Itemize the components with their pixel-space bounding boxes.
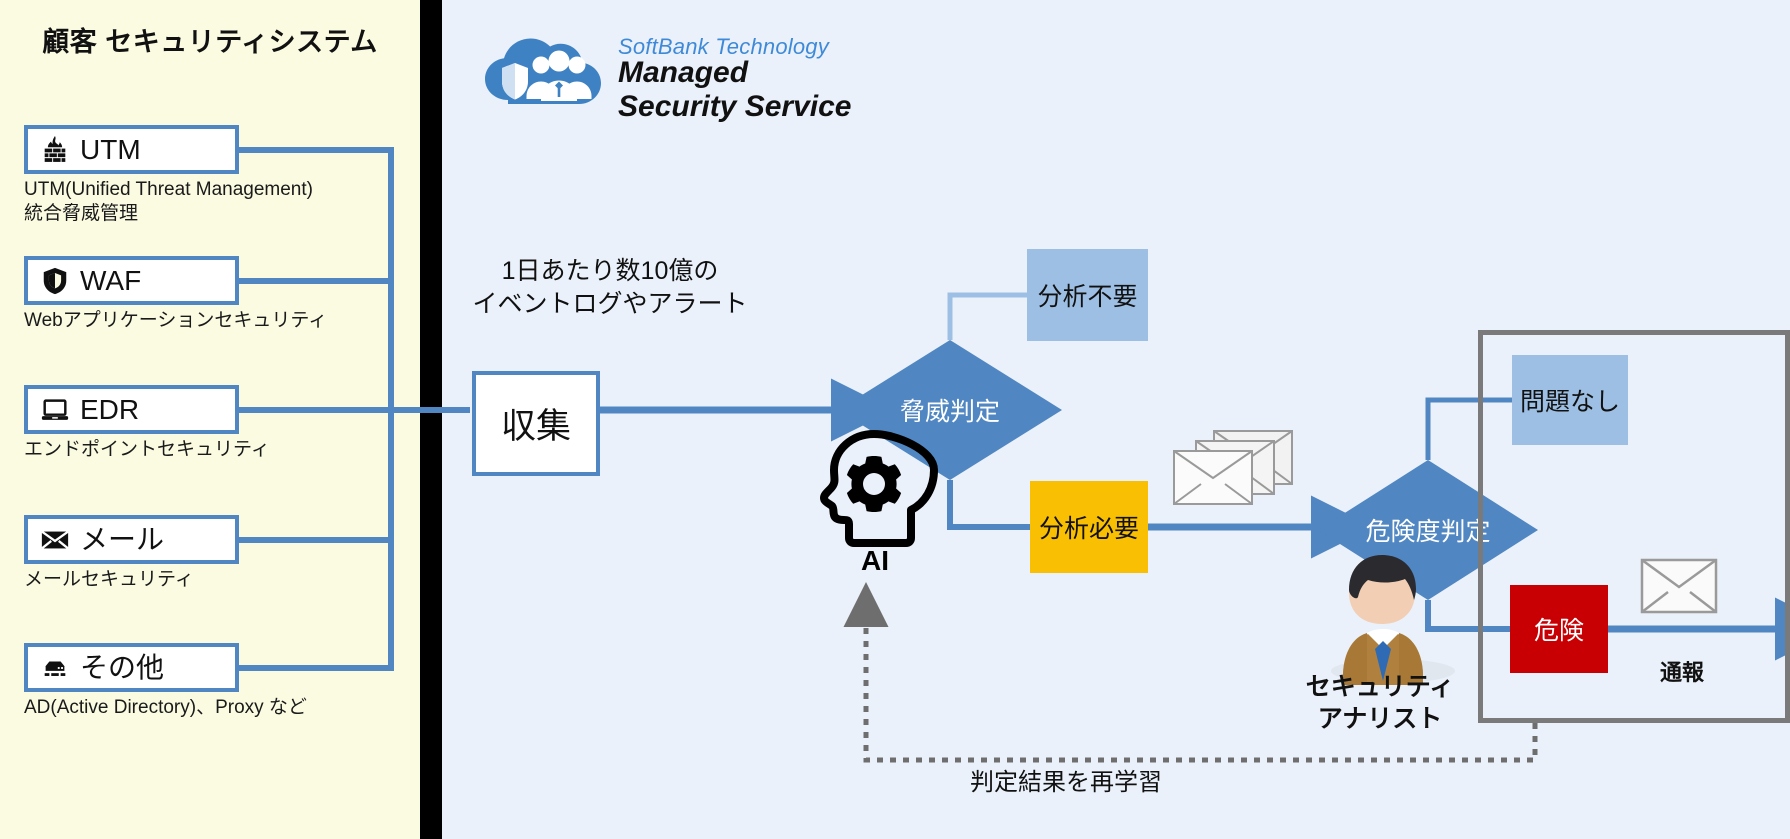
source-box-utm[interactable]: UTM [24,125,239,174]
diagram-canvas: 顧客 セキュリティシステム UTM UTM(Unified Threat Man… [0,0,1790,839]
source-label: メール [80,523,165,555]
no-problem-box[interactable]: 問題なし [1512,355,1628,445]
envelope-icon [1640,558,1718,614]
relearn-label: 判定結果を再学習 [970,769,1162,796]
source-label: その他 [80,651,165,683]
analysis-needed-box[interactable]: 分析必要 [1030,481,1148,573]
no-analysis-needed-box[interactable]: 分析不要 [1027,249,1148,341]
ai-head-gear-icon [820,430,938,547]
logo-product: Managed Security Service [618,56,852,123]
source-desc-other: AD(Active Directory)、Proxy など [24,697,307,718]
server-icon [44,660,66,676]
ai-label: AI [861,545,889,576]
collect-node[interactable]: 収集 [472,371,600,476]
threat-decision-label: 脅威判定 [899,398,1000,426]
source-desc-mail: メールセキュリティ [24,569,194,590]
cloud-shield-people-icon [485,38,601,104]
source-desc-waf: Webアプリケーションセキュリティ [24,310,328,331]
source-box-edr[interactable]: EDR [24,385,239,434]
source-desc-edr: エンドポイントセキュリティ [24,439,270,460]
report-label: 通報 [1660,660,1705,685]
analyst-label: セキュリティ アナリスト [1305,673,1455,733]
envelope-icon [41,530,69,549]
shield-icon [43,267,67,294]
source-desc-utm: UTM(Unified Threat Management) 統合脅威管理 [24,179,313,224]
event-volume-note: 1日あたり数10億の イベントログやアラート [472,257,748,318]
analyst-avatar-icon [1331,555,1455,685]
panel-divider [420,0,442,839]
laptop-icon [41,398,69,420]
firewall-icon [44,135,66,162]
msp-logo: SoftBank Technology Managed Security Ser… [470,18,870,123]
source-box-waf[interactable]: WAF [24,256,239,305]
risk-decision-label: 危険度判定 [1365,518,1491,546]
source-label: WAF [80,264,142,296]
source-label: EDR [80,393,140,425]
left-panel-title: 顧客 セキュリティシステム [42,27,378,57]
source-box-mail[interactable]: メール [24,515,239,564]
envelope-stack-icon [1173,430,1293,505]
source-label: UTM [80,133,141,165]
danger-box[interactable]: 危険 [1510,585,1608,673]
source-box-other[interactable]: その他 [24,643,239,692]
